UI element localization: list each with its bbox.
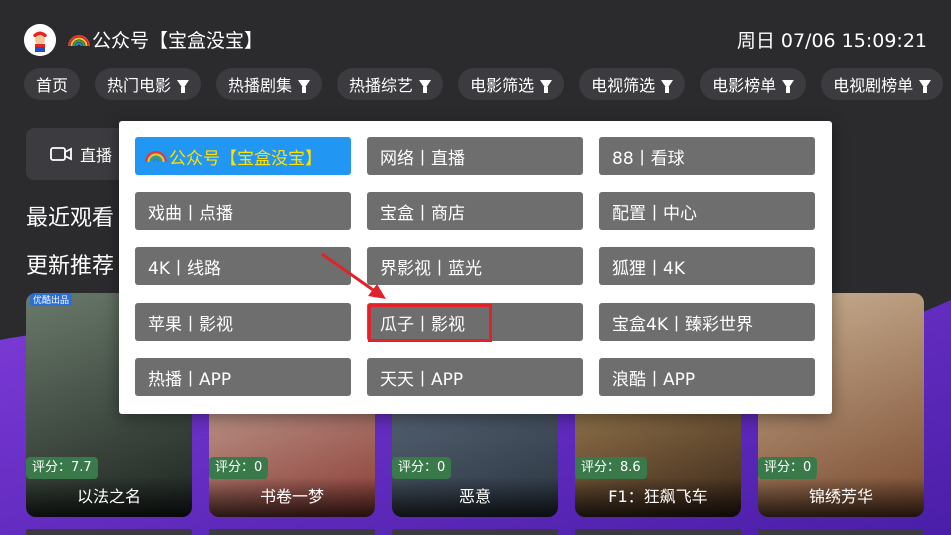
source-item-label: 公众号【宝盒没宝】 [169,148,322,169]
recent-title: 最近观看 [26,206,115,231]
source-item[interactable]: 天天丨APP [367,358,583,396]
source-item-label: 戏曲丨点播 [148,203,233,224]
camera-icon [50,147,72,161]
source-item[interactable]: 界影视丨蓝光 [367,247,583,285]
tab-label: 热播剧集 [228,76,293,95]
filter-icon [661,79,674,93]
filter-icon [177,79,190,93]
avatar[interactable] [24,24,56,56]
source-item[interactable]: 瓜子丨影视 [367,303,583,341]
source-item[interactable]: 配置丨中心 [599,192,815,230]
poster-score: 评分：0 [209,457,269,479]
rainbow-icon [145,151,167,163]
brand-text: 公众号【宝盒没宝】 [92,30,264,52]
tab-5[interactable]: 电视筛选 [579,68,686,100]
tab-2[interactable]: 热播剧集 [216,68,323,100]
filter-icon [298,79,311,93]
source-item[interactable]: 88丨看球 [599,137,815,175]
source-item-label: 浪酷丨APP [612,369,696,390]
poster-tag: 优酷出品 [30,293,73,306]
source-item-label: 界影视丨蓝光 [380,258,482,279]
tab-label: 电视剧榜单 [833,76,914,95]
tab-1[interactable]: 热门电影 [95,68,202,100]
source-item[interactable]: 公众号【宝盒没宝】 [135,137,351,175]
tab-label: 电影榜单 [712,76,777,95]
source-item-label: 宝盒4K丨臻彩世界 [612,314,753,335]
tab-label: 热门电影 [107,76,172,95]
source-item[interactable]: 苹果丨影视 [135,303,351,341]
poster-score: 评分：0 [392,457,452,479]
tab-label: 电视筛选 [591,76,656,95]
source-item-label: 狐狸丨4K [612,258,685,279]
tab-6[interactable]: 电影榜单 [700,68,807,100]
source-item[interactable]: 4K丨线路 [135,247,351,285]
next-row-edge [26,529,924,535]
poster-title: F1：狂飙飞车 [575,477,741,517]
source-item[interactable]: 戏曲丨点播 [135,192,351,230]
tab-4[interactable]: 电影筛选 [458,68,565,100]
source-item-label: 88丨看球 [612,148,685,169]
filter-icon [919,79,932,93]
source-item[interactable]: 宝盒4K丨臻彩世界 [599,303,815,341]
tab-label: 首页 [36,76,69,95]
poster-score: 评分：7.7 [26,457,98,479]
source-select-dialog: 公众号【宝盒没宝】 网络丨直播 88丨看球戏曲丨点播 宝盒丨商店 配置丨中心 4K丨线路 界… [119,121,832,414]
tab-0[interactable]: 首页 [24,68,81,100]
source-item[interactable]: 狐狸丨4K [599,247,815,285]
source-item-label: 热播丨APP [148,369,232,390]
poster-score: 评分：0 [758,457,818,479]
brand-title: 公众号【宝盒没宝】 [68,26,263,53]
recommend-title: 更新推荐 [26,254,115,279]
tab-7[interactable]: 电视剧榜单 [821,68,944,100]
source-item-label: 宝盒丨商店 [380,203,465,224]
filter-icon [419,79,432,93]
poster-title: 书卷一梦 [209,477,375,517]
rainbow-icon [68,34,90,46]
source-item-label: 配置丨中心 [612,203,697,224]
source-item[interactable]: 网络丨直播 [367,137,583,175]
category-tabs: 首页 热门电影 热播剧集 热播综艺 电影筛选 电视筛选 电影榜单 电视剧榜单 [24,68,944,102]
source-item[interactable]: 宝盒丨商店 [367,192,583,230]
source-item-label: 网络丨直播 [380,148,465,169]
source-item-label: 4K丨线路 [148,258,221,279]
tab-label: 热播综艺 [349,76,414,95]
top-header: 公众号【宝盒没宝】 周日 07/06 15:09:21 [0,0,951,70]
source-item-label: 苹果丨影视 [148,314,233,335]
live-label: 直播 [80,146,113,165]
poster-score: 评分：8.6 [575,457,647,479]
poster-title: 恶意 [392,477,558,517]
filter-icon [540,79,553,93]
datetime: 周日 07/06 15:09:21 [736,30,927,52]
filter-icon [782,79,795,93]
poster-title: 锦绣芳华 [758,477,924,517]
source-item-label: 天天丨APP [380,369,464,390]
poster-title: 以法之名 [26,477,192,517]
source-item[interactable]: 热播丨APP [135,358,351,396]
tab-label: 电影筛选 [470,76,535,95]
source-item-label: 瓜子丨影视 [380,314,465,335]
source-item[interactable]: 浪酷丨APP [599,358,815,396]
tab-3[interactable]: 热播综艺 [337,68,444,100]
